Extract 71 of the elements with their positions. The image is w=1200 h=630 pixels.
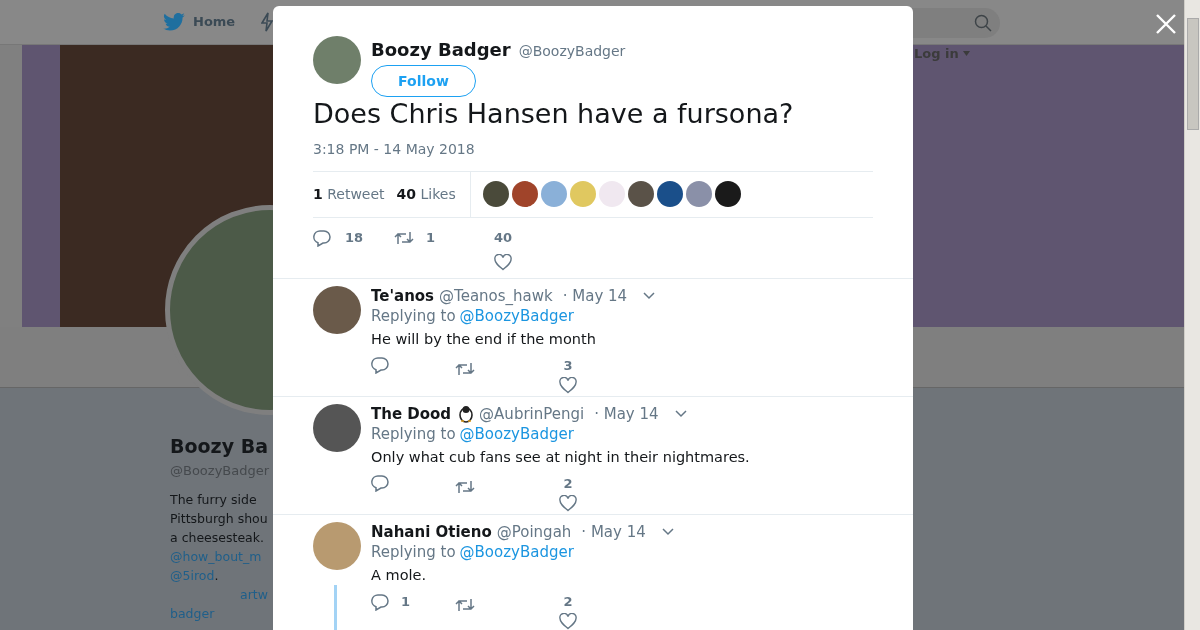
reply-text: He will by the end if the month <box>371 330 597 350</box>
reply-date[interactable]: · May 14 <box>594 403 659 424</box>
reply-author-handle[interactable]: @AubrinPengi <box>479 403 585 424</box>
profile-name: Boozy Ba <box>170 434 268 459</box>
author-name[interactable]: Boozy Badger <box>371 36 511 63</box>
liker-avatar[interactable] <box>511 181 538 208</box>
retweet-icon[interactable] <box>394 229 414 246</box>
reply-author-name[interactable]: Te'anos <box>371 285 435 306</box>
reply-icon[interactable] <box>371 592 389 611</box>
lightning-icon[interactable] <box>261 12 274 32</box>
scrollbar[interactable] <box>1184 0 1200 630</box>
reply-date[interactable]: · May 14 <box>581 521 646 542</box>
bio-text: The furry side <box>170 492 257 507</box>
reply-author-name[interactable]: Nahani Otieno <box>371 521 492 542</box>
author-avatar[interactable] <box>313 36 361 84</box>
retweet-icon[interactable] <box>455 478 475 495</box>
replying-label: Replying to <box>371 542 456 563</box>
replying-label: Replying to <box>371 424 456 445</box>
reply-row[interactable]: Te'anos @Teanos_hawk · May 14 Replying to @BoozyBadger He will by the end if the month 3 <box>273 277 913 396</box>
like-count: 3 <box>563 357 573 375</box>
reply-author-name[interactable]: The Dood <box>371 403 452 424</box>
author-handle[interactable]: @BoozyBadger <box>518 41 626 62</box>
retweet-icon[interactable] <box>455 360 475 377</box>
liker-avatar[interactable] <box>482 181 509 208</box>
liker-avatar[interactable] <box>714 181 741 208</box>
bird-logo-icon <box>163 13 185 31</box>
liker-avatar[interactable] <box>656 181 683 208</box>
reply-icon[interactable] <box>371 356 389 374</box>
reply-avatar[interactable] <box>313 403 361 452</box>
reply-icon[interactable] <box>313 228 331 247</box>
reply-avatar[interactable] <box>313 285 361 334</box>
close-icon[interactable] <box>1156 14 1176 34</box>
heart-icon[interactable] <box>559 494 577 512</box>
reply-count: 18 <box>345 228 364 247</box>
heart-icon[interactable] <box>494 254 513 272</box>
heart-icon[interactable] <box>559 612 577 630</box>
mention-link[interactable]: @BoozyBadger <box>459 424 574 445</box>
chevron-down-icon[interactable] <box>643 291 656 300</box>
bio-text: a cheesesteak. <box>170 530 264 545</box>
reply-icon[interactable] <box>371 474 389 492</box>
chevron-down-icon[interactable] <box>661 527 674 536</box>
reply-row[interactable]: Nahani Otieno @Poingah · May 14 Replying to @BoozyBadger A mole. 1 2 <box>273 513 913 626</box>
search-icon <box>974 14 992 32</box>
reply-text: Only what cub fans see at night in their nightmares. <box>371 448 751 468</box>
reply-count: 1 <box>401 593 411 611</box>
caret-icon <box>962 51 970 57</box>
chevron-down-icon[interactable] <box>674 409 687 418</box>
like-count: 40 <box>494 228 513 247</box>
reply-author-handle[interactable]: @Poingah <box>496 521 572 542</box>
reply-author-handle[interactable]: @Teanos_hawk <box>439 285 553 306</box>
like-count: 2 <box>563 593 573 611</box>
like-count: 2 <box>563 475 573 493</box>
reply-text: A mole. <box>371 566 428 586</box>
replying-label: Replying to <box>371 306 456 327</box>
bio-text: . <box>214 568 219 583</box>
retweet-icon[interactable] <box>455 596 475 613</box>
heart-icon[interactable] <box>559 376 577 394</box>
mention-link[interactable]: @BoozyBadger <box>459 542 574 563</box>
reply-date[interactable]: · May 14 <box>562 285 628 306</box>
mention-link[interactable]: @BoozyBadger <box>459 306 574 327</box>
stat-link[interactable]: 40 Likes <box>396 183 456 205</box>
scrollbar-thumb[interactable] <box>1187 18 1199 130</box>
retweet-count: 1 <box>426 228 436 247</box>
tweet-time[interactable]: 3:18 PM - 14 May 2018 <box>313 138 873 160</box>
stat-link[interactable]: 1 Retweet <box>313 183 385 205</box>
bio-text: Pittsburgh shou <box>170 511 268 526</box>
home-link[interactable]: Home <box>163 12 236 32</box>
follow-button[interactable]: Follow <box>371 65 476 97</box>
liker-avatar[interactable] <box>627 181 654 208</box>
reply-row[interactable]: The Dood @AubrinPengi · May 14 Replying to @BoozyBadger Only what cub fans see at night in their nightmares. 2 <box>273 395 913 514</box>
tweet-text: Does Chris Hansen have a fursona? <box>313 97 795 131</box>
